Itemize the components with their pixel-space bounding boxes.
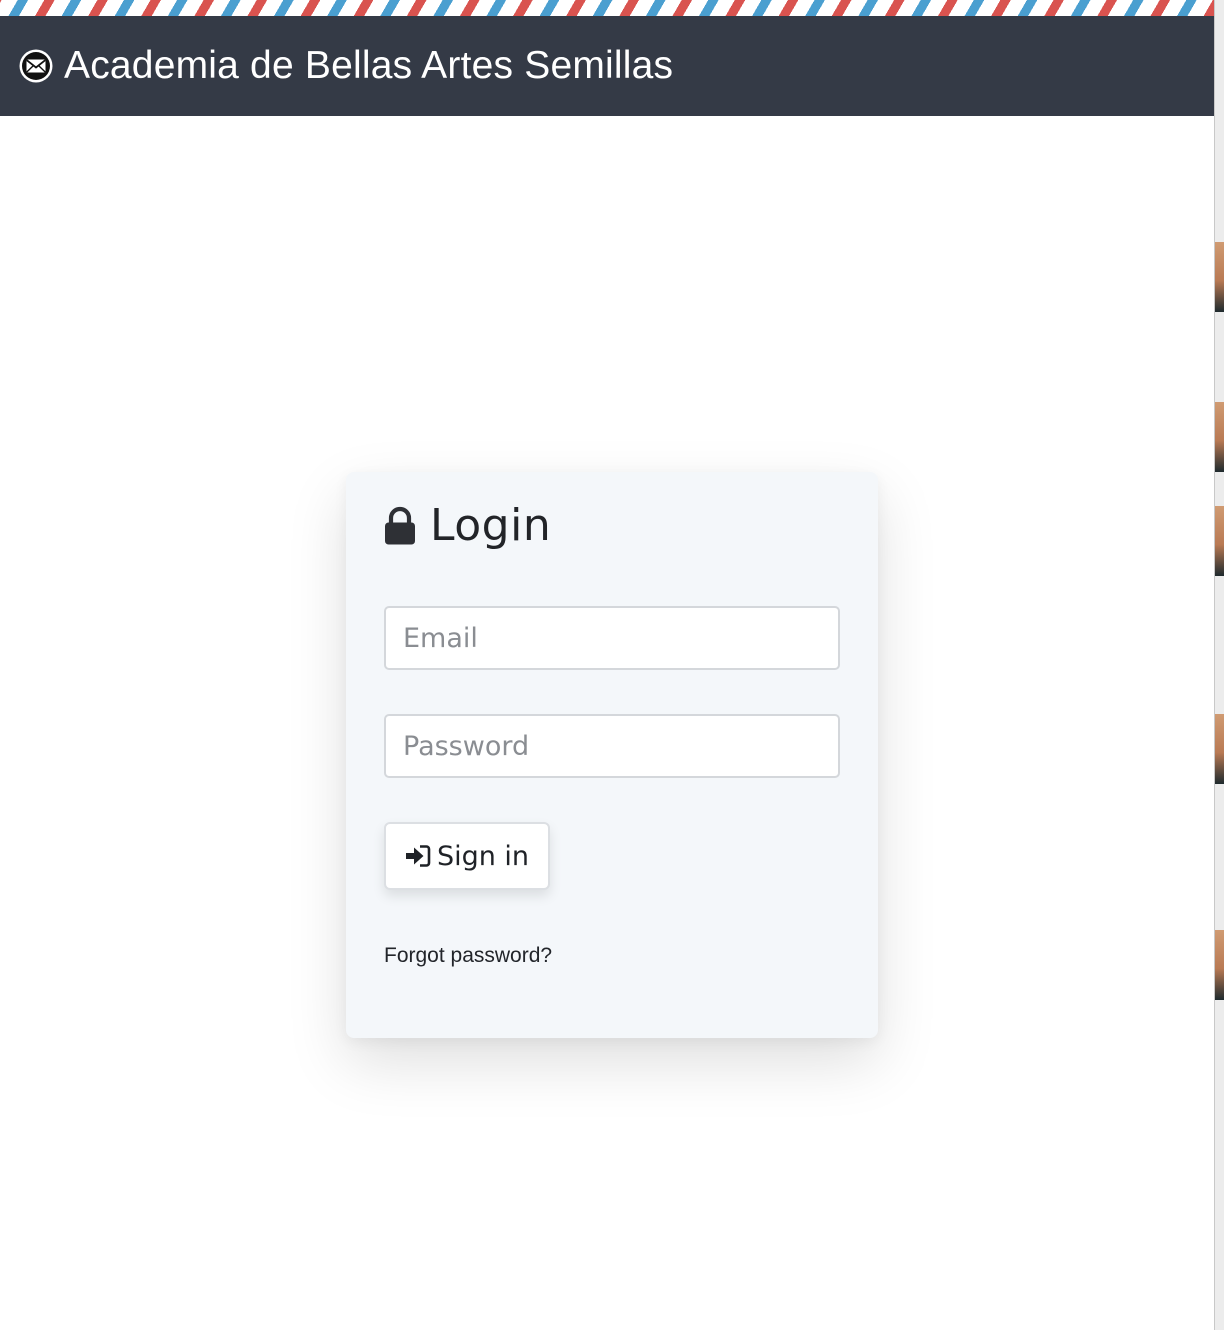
edge-thumbnail (1215, 402, 1224, 472)
email-input[interactable] (384, 606, 840, 670)
login-title: Login (430, 500, 552, 551)
lock-icon (385, 506, 415, 544)
edge-thumbnail (1215, 714, 1224, 784)
forgot-password-link[interactable]: Forgot password? (384, 944, 552, 968)
edge-thumbnail (1215, 506, 1224, 576)
site-title[interactable]: Academia de Bellas Artes Semillas (64, 44, 673, 88)
login-heading: Login (384, 500, 551, 551)
adjacent-window-edge (1214, 0, 1224, 1330)
sign-in-label: Sign in (436, 840, 530, 872)
edge-thumbnail (1215, 930, 1224, 1000)
sign-in-button[interactable]: Sign in (384, 822, 550, 890)
edge-thumbnail (1215, 242, 1224, 312)
envelope-icon[interactable] (18, 48, 54, 84)
header-bar: Academia de Bellas Artes Semillas (0, 16, 1214, 116)
sign-in-icon (405, 845, 431, 867)
airmail-stripe (0, 0, 1214, 16)
page: Academia de Bellas Artes Semillas Login … (0, 0, 1214, 1330)
password-input[interactable] (384, 714, 840, 778)
login-card: Login Sign in Forgot password? (346, 472, 878, 1038)
